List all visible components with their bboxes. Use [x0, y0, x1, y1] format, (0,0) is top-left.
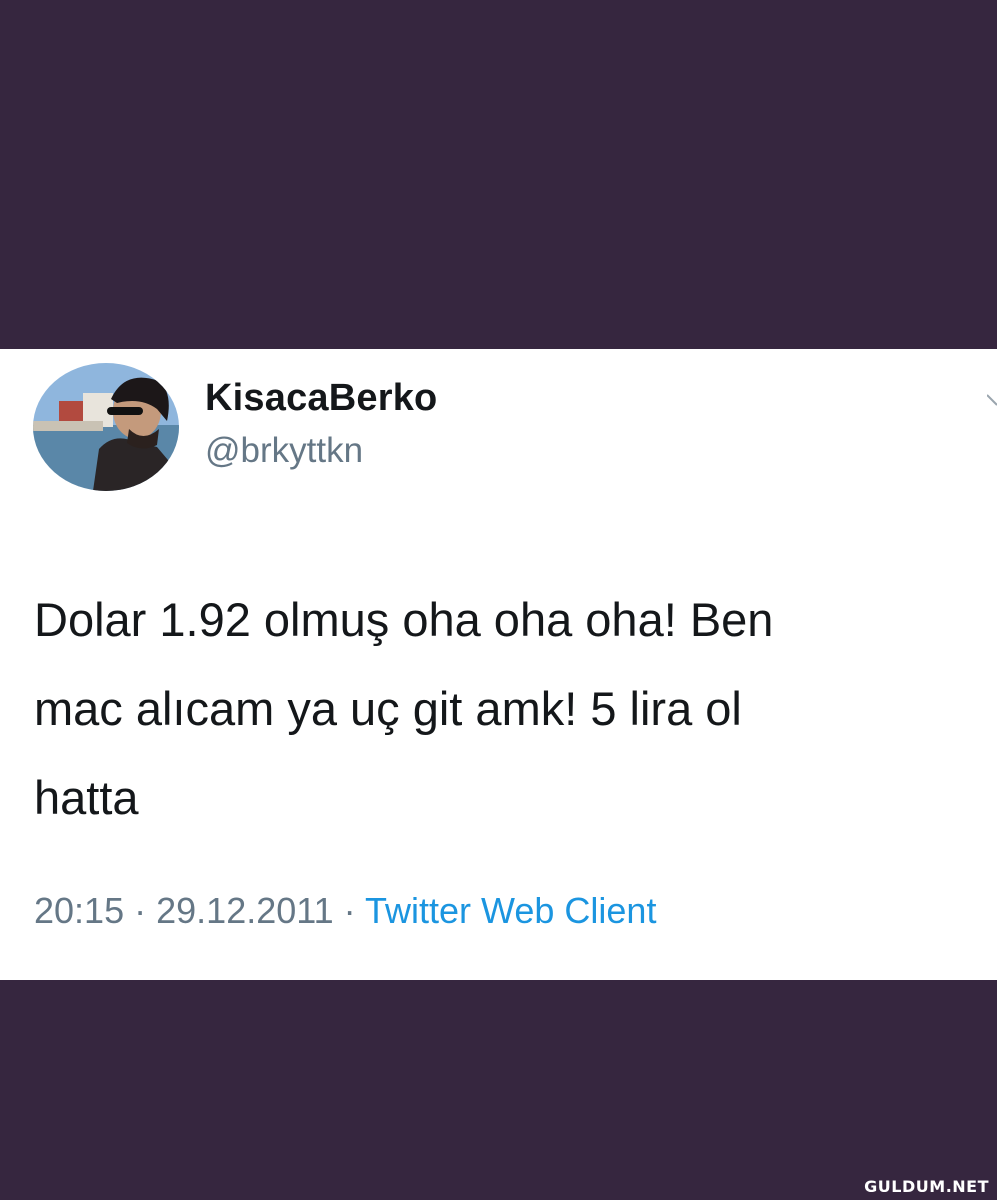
chevron-down-icon[interactable]: [987, 393, 997, 413]
avatar-image: [33, 363, 179, 491]
tweet-date[interactable]: 29.12.2011: [156, 890, 334, 931]
avatar[interactable]: [33, 363, 179, 491]
screenshot-page: KisacaBerko @brkyttkn Dolar 1.92 olmuş o…: [0, 0, 997, 1200]
tweet-text: Dolar 1.92 olmuş oha oha oha! Ben mac al…: [34, 593, 774, 824]
meta-separator: ·: [343, 890, 356, 931]
user-handle[interactable]: @brkyttkn: [205, 431, 363, 471]
tweet-card: KisacaBerko @brkyttkn Dolar 1.92 olmuş o…: [0, 349, 997, 980]
meta-separator: ·: [134, 890, 147, 931]
watermark: GULDUM.NET: [864, 1177, 989, 1196]
tweet-source-link[interactable]: Twitter Web Client: [365, 890, 656, 931]
tweet-meta: 20:15 · 29.12.2011 · Twitter Web Client: [34, 890, 656, 932]
display-name[interactable]: KisacaBerko: [205, 377, 437, 420]
tweet-time[interactable]: 20:15: [34, 890, 124, 931]
